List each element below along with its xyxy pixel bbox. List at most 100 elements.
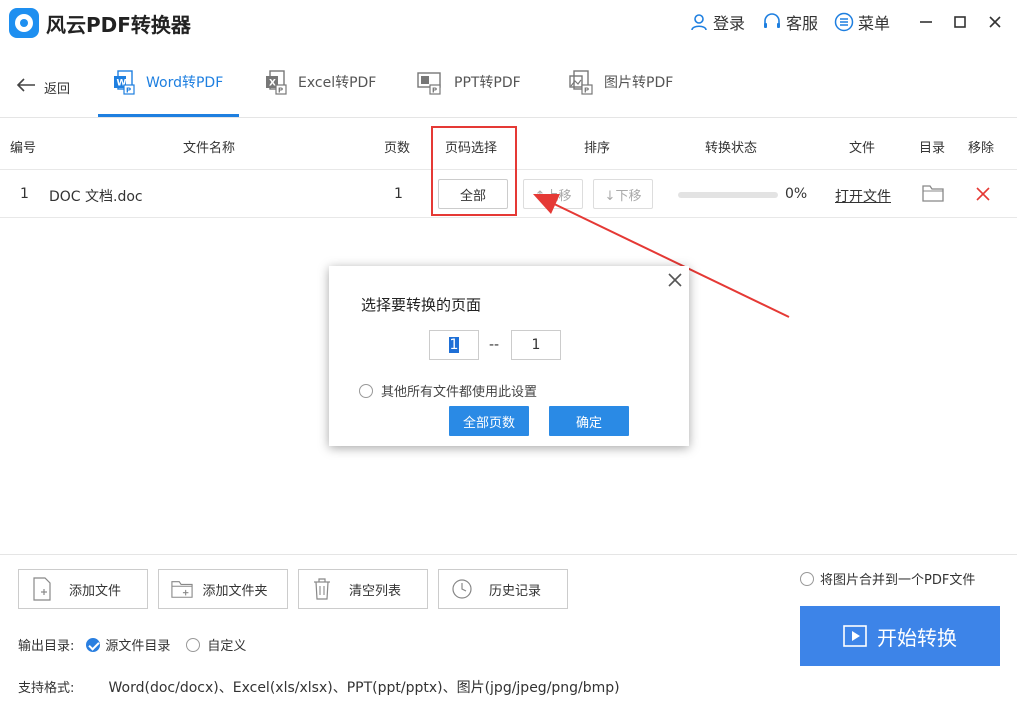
close-icon [668,273,682,287]
open-folder-button[interactable] [922,184,944,206]
formats-text: Word(doc/docx)、Excel(xls/xlsx)、PPT(ppt/p… [108,680,620,696]
tab-excel-to-pdf[interactable]: XP Excel转PDF [264,68,376,96]
history-button[interactable]: 历史记录 [438,569,568,609]
header-dir: 目录 [919,141,946,156]
svg-text:P: P [432,87,437,95]
conversion-progress-bar [678,192,778,198]
row-pages: 1 [394,186,403,202]
tab-label: PPT转PDF [454,75,521,91]
output-source-radio[interactable] [86,637,101,652]
nav-bar: 返回 WP Word转PDF XP Excel转PDF P PPT转PDF P … [0,46,1017,118]
dialog-title: 选择要转换的页面 [361,296,482,314]
headset-icon [764,13,780,28]
add-file-icon [33,577,51,601]
login-label: 登录 [713,14,746,33]
supported-formats-row: 支持格式: Word(doc/docx)、Excel(xls/xlsx)、PPT… [18,677,620,697]
merge-images-option[interactable]: 将图片合并到一个PDF文件 [800,569,975,588]
ppt-doc-icon: P [417,72,441,95]
app-title: 风云PDF转换器 [46,13,191,37]
add-folder-label: 添加文件夹 [202,583,268,599]
range-separator: -- [489,337,500,353]
all-pages-button[interactable]: 全部页数 [449,406,529,436]
header-remove: 移除 [968,141,995,156]
page-range-dialog: 选择要转换的页面 1 -- 1 其他所有文件都使用此设置 全部页数 确定 [329,266,689,446]
header-index: 编号 [10,141,37,156]
page-to-input[interactable]: 1 [511,330,561,360]
back-label: 返回 [44,82,71,97]
open-file-link[interactable]: 打开文件 [835,186,891,206]
user-icon [691,14,707,31]
close-icon [989,16,1001,28]
header-file: 文件 [849,141,876,156]
formats-label: 支持格式: [18,681,75,696]
header-name: 文件名称 [183,141,236,156]
dialog-close-button[interactable] [665,270,685,290]
image-doc-icon: P [569,70,593,95]
header-order: 排序 [584,141,611,156]
menu-label: 菜单 [858,14,891,33]
move-down-button[interactable]: ↓下移 [593,179,653,209]
arrow-left-icon [16,77,35,92]
header-pages: 页数 [384,141,411,156]
maximize-icon [954,16,966,28]
play-icon [843,625,867,647]
apply-all-label: 其他所有文件都使用此设置 [381,385,538,400]
start-convert-button[interactable]: 开始转换 [800,606,1000,666]
history-label: 历史记录 [488,583,541,599]
svg-text:P: P [126,87,131,95]
tab-label: Word转PDF [146,75,224,91]
add-file-label: 添加文件 [68,583,121,599]
clear-list-button[interactable]: 清空列表 [298,569,428,609]
menu-button[interactable]: 菜单 [834,10,890,34]
add-folder-icon [171,581,193,598]
output-directory-row: 输出目录: 源文件目录 自定义 [18,635,246,654]
start-convert-label: 开始转换 [877,625,957,650]
app-window: 风云PDF转换器 登录 客服 菜单 返回 WP Word转PDF X P Exc… [0,0,1017,712]
add-folder-button[interactable]: 添加文件夹 [158,569,288,609]
excel-doc-icon: XP [266,70,287,95]
output-custom-label: 自定义 [207,639,247,654]
active-tab-indicator [98,114,239,117]
output-custom-radio[interactable] [186,637,201,652]
add-file-button[interactable]: 添加文件 [18,569,148,609]
output-source-label: 源文件目录 [105,639,171,654]
bottom-panel: 添加文件 添加文件夹 清空列表 历史记录 将图片合并到一个PDF文件 开始转换 … [0,554,1017,712]
page-select-highlight-box [431,126,517,216]
page-to-value: 1 [531,337,541,353]
title-bar: 风云PDF转换器 登录 客服 菜单 [0,0,1017,46]
merge-images-radio[interactable] [800,571,814,586]
move-up-button[interactable]: ↑上移 [523,179,583,209]
page-from-value: 1 [448,337,460,353]
close-icon [976,187,990,201]
confirm-button[interactable]: 确定 [549,406,629,436]
folder-icon [922,185,944,202]
tab-image-to-pdf[interactable]: P 图片转PDF [568,68,673,96]
row-index: 1 [20,186,29,202]
clear-list-label: 清空列表 [348,583,401,599]
svg-text:P: P [584,87,589,95]
apply-all-radio[interactable] [359,383,373,398]
maximize-button[interactable] [948,10,972,34]
header-status: 转换状态 [705,141,758,156]
merge-images-label: 将图片合并到一个PDF文件 [820,573,976,588]
clock-icon [452,579,472,599]
word-doc-icon: WP [114,70,135,95]
svg-text:P: P [278,87,283,95]
app-logo-icon [9,8,39,38]
apply-all-option[interactable]: 其他所有文件都使用此设置 [359,381,537,400]
back-button[interactable]: 返回 [16,72,70,97]
login-button[interactable]: 登录 [689,10,745,34]
tab-label: Excel转PDF [298,75,377,91]
svg-text:X: X [269,79,276,89]
close-window-button[interactable] [983,10,1007,34]
remove-button[interactable] [976,187,990,205]
service-label: 客服 [786,14,819,33]
progress-text: 0% [785,186,808,202]
service-button[interactable]: 客服 [762,10,818,34]
minimize-button[interactable] [914,10,938,34]
tab-word-to-pdf[interactable]: WP Word转PDF [112,68,223,96]
menu-icon [834,12,854,32]
minimize-icon [920,21,932,23]
tab-ppt-to-pdf[interactable]: P PPT转PDF [416,68,521,96]
page-from-input[interactable]: 1 [429,330,479,360]
